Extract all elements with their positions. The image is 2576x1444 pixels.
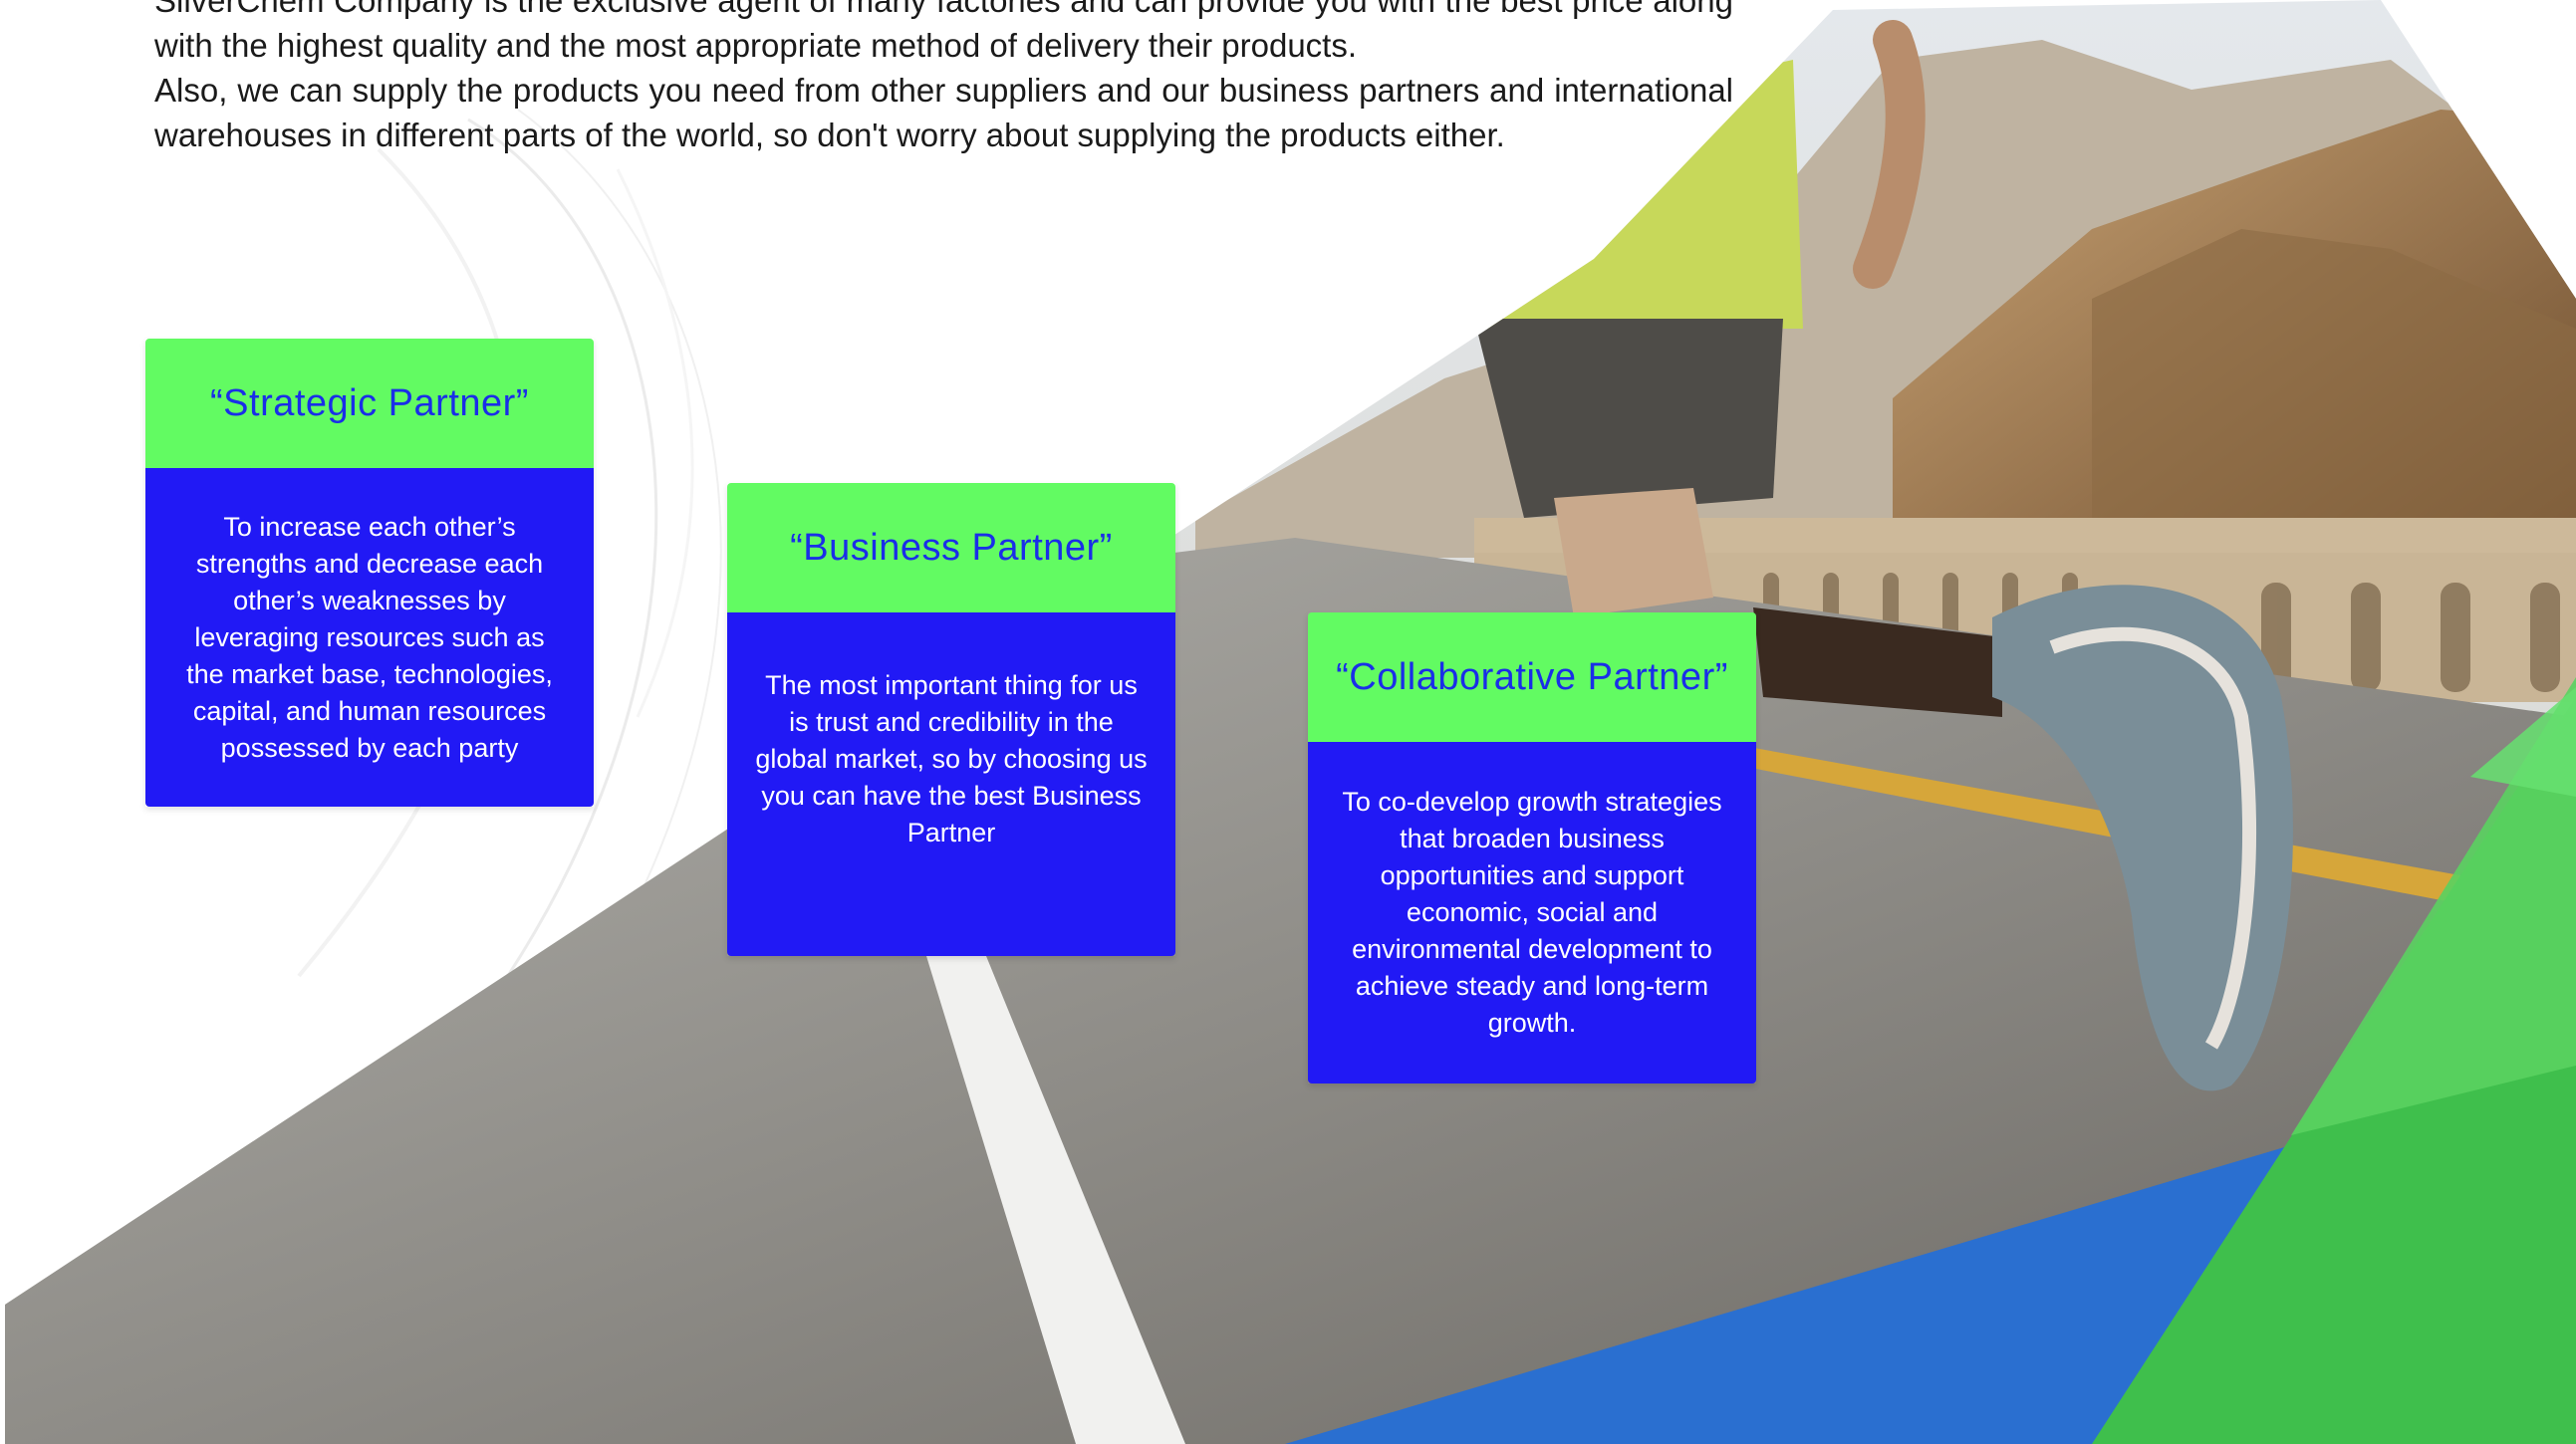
collaborative-partner-description: To co-develop growth strategies that bro… — [1308, 742, 1756, 1083]
business-partner-description: The most important thing for us is trust… — [727, 612, 1175, 956]
collaborative-partner-card: “Collaborative Partner” To co-develop gr… — [1308, 612, 1756, 1083]
strategic-partner-card: “Strategic Partner” To increase each oth… — [145, 339, 594, 807]
strategic-partner-description: To increase each other’s strengths and d… — [145, 468, 594, 807]
intro-paragraph-1: SilverChem Company is the exclusive agen… — [154, 0, 1733, 64]
business-partner-title: “Business Partner” — [727, 483, 1175, 612]
strategic-partner-title: “Strategic Partner” — [145, 339, 594, 468]
intro-paragraph-2: Also, we can supply the products you nee… — [154, 72, 1733, 153]
brochure-page: SilverChem Company is the exclusive agen… — [0, 0, 2576, 1444]
business-partner-card: “Business Partner” The most important th… — [727, 483, 1175, 956]
intro-text: SilverChem Company is the exclusive agen… — [154, 0, 1733, 157]
collaborative-partner-title: “Collaborative Partner” — [1308, 612, 1756, 742]
